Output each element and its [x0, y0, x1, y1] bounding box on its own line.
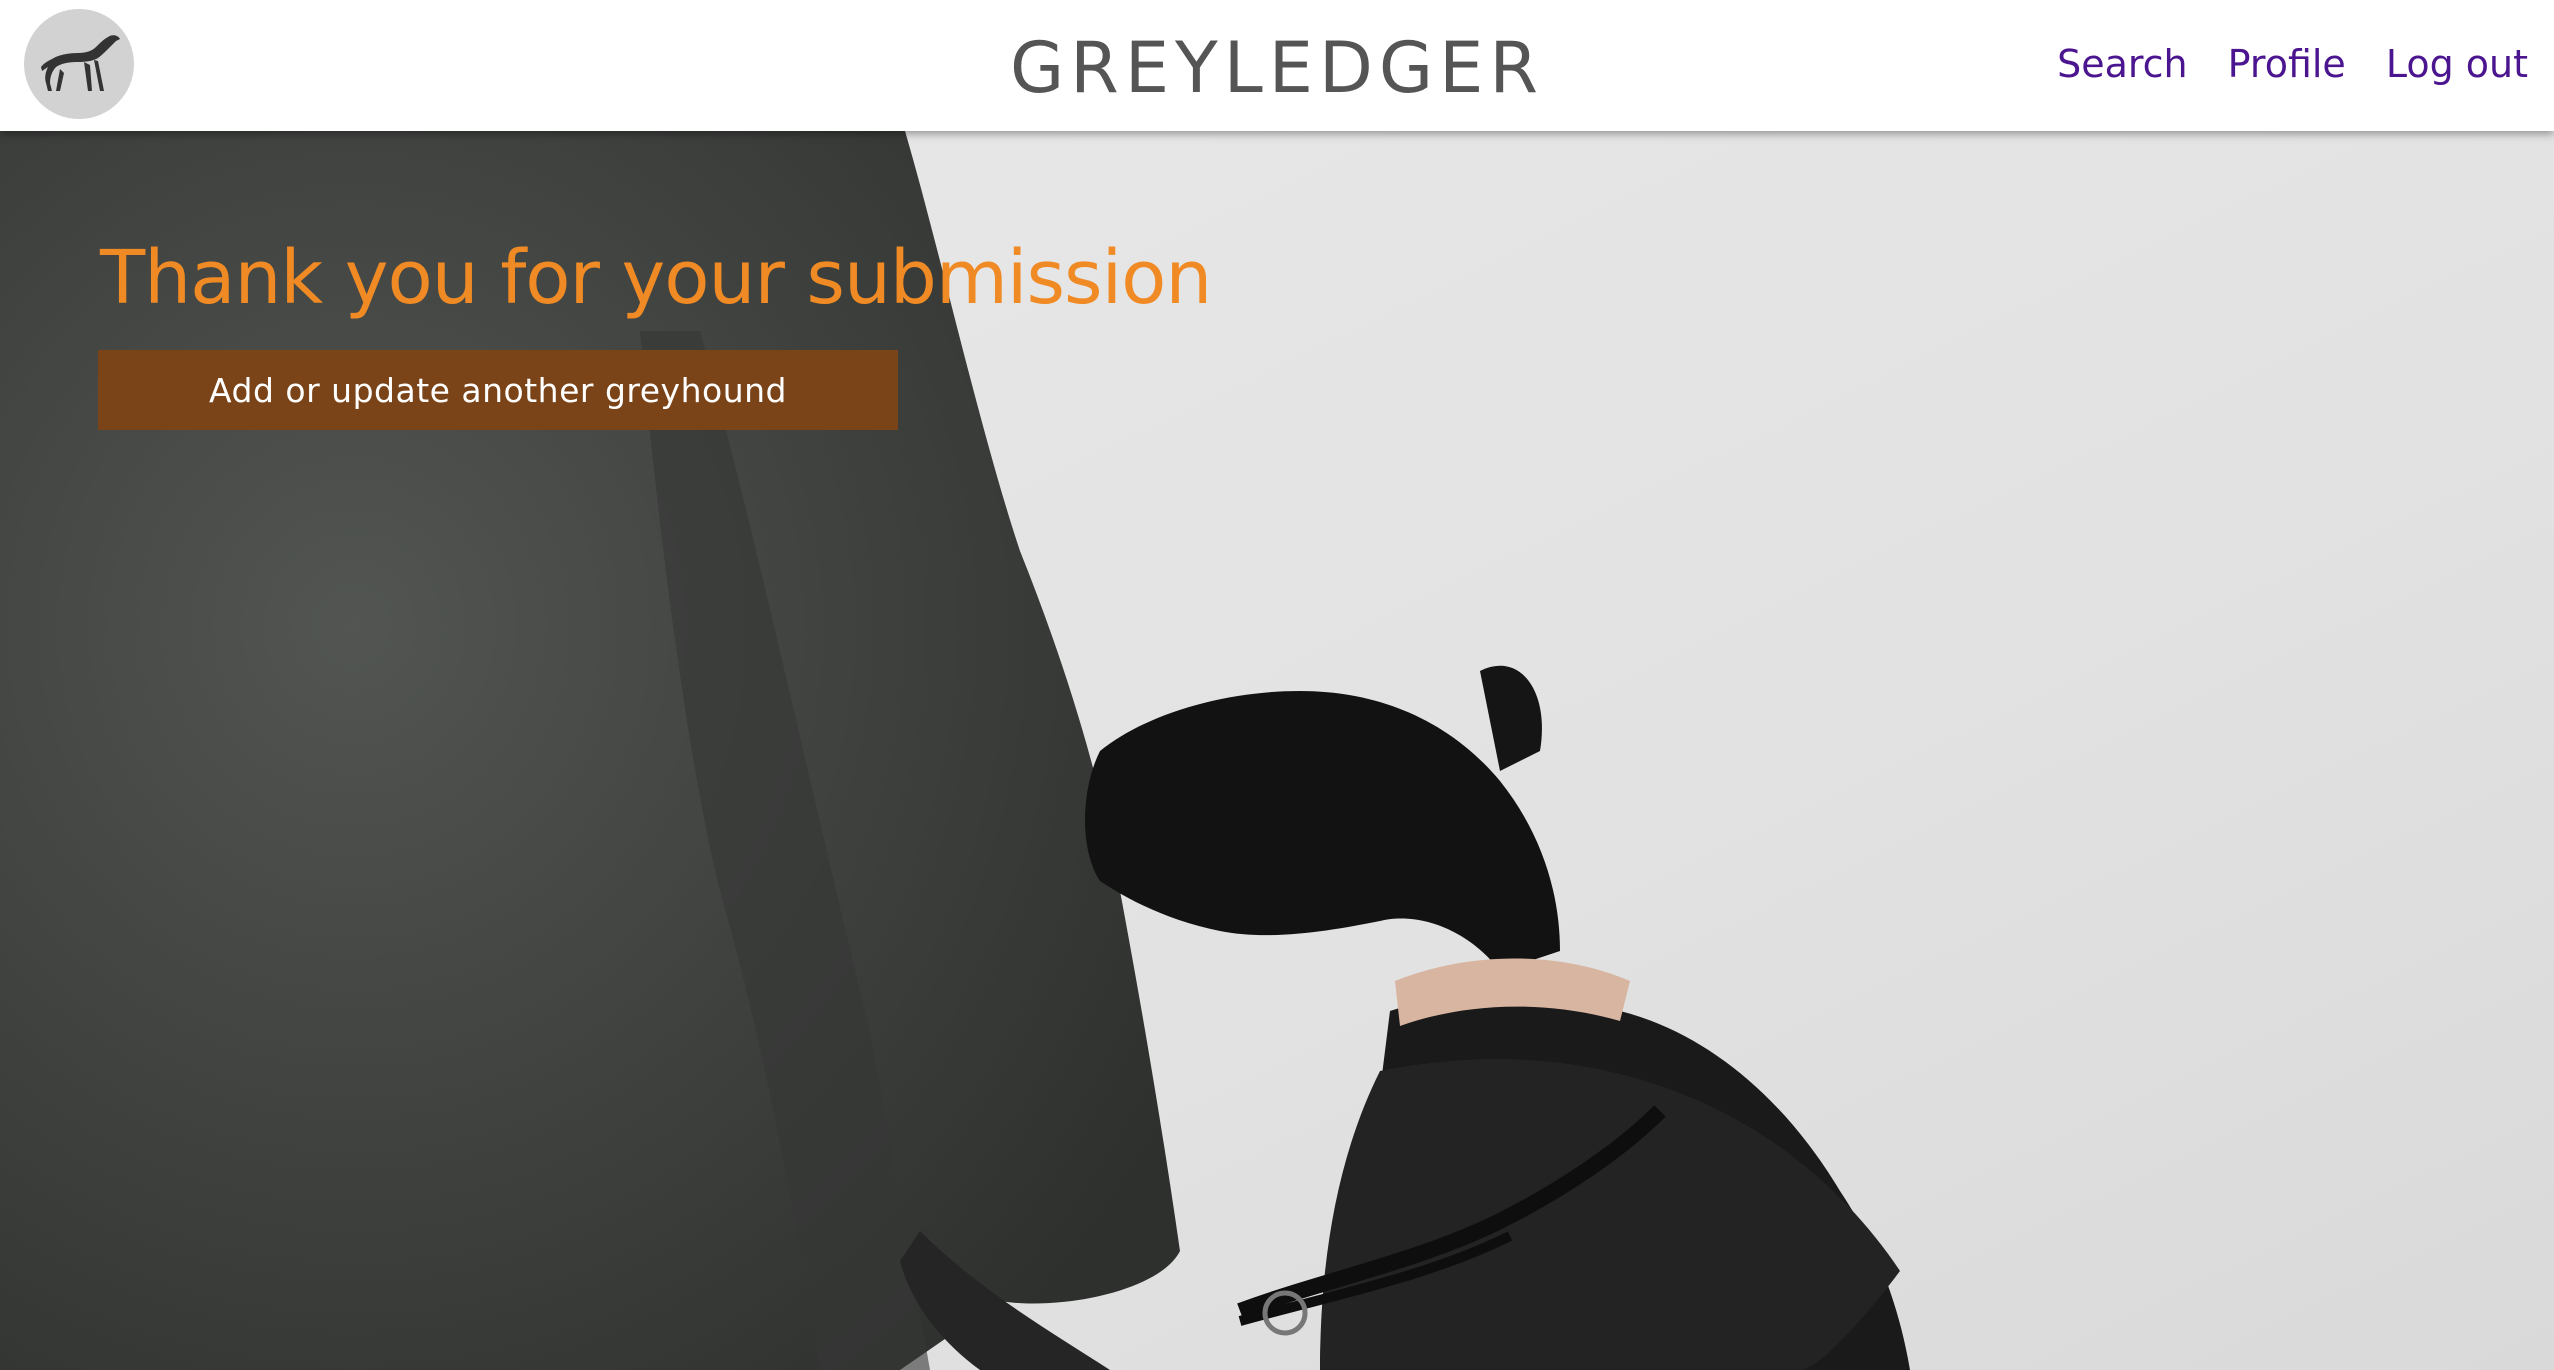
- nav-search-link[interactable]: Search: [2057, 38, 2188, 90]
- top-navbar: GREYLEDGER Search Profile Log out: [0, 0, 2554, 131]
- add-update-greyhound-button[interactable]: Add or update another greyhound: [98, 350, 898, 430]
- main-nav: Search Profile Log out: [2057, 38, 2528, 90]
- page-title: Thank you for your submission: [100, 234, 1212, 321]
- nav-logout-link[interactable]: Log out: [2386, 38, 2528, 90]
- page: GREYLEDGER Search Profile Log out Thank …: [0, 0, 2554, 1370]
- nav-profile-link[interactable]: Profile: [2228, 38, 2346, 90]
